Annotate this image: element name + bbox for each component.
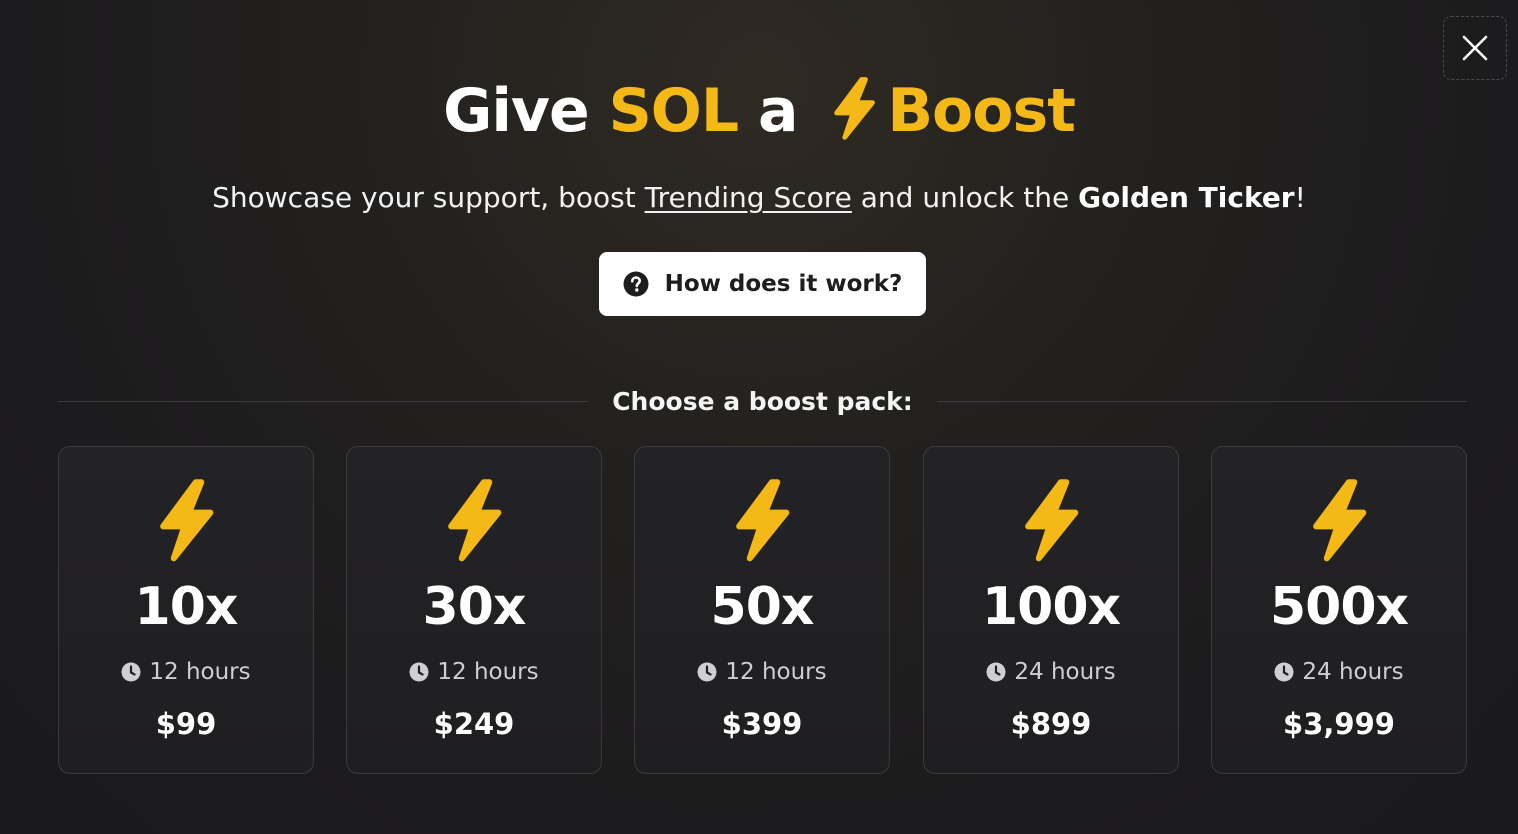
pack-multiplier: 500x [1269,577,1409,637]
clock-icon [1274,662,1294,682]
pack-multiplier: 100x [981,577,1121,637]
clock-icon [986,662,1006,682]
lightning-bolt-icon [736,479,790,562]
section-divider: Choose a boost pack: [58,380,1468,422]
how-button-label: How does it work? [664,271,903,297]
clock-icon [121,662,141,682]
boost-pack-50x[interactable]: 50x 12 hours $399 [634,446,890,774]
pack-duration: 12 hours [59,657,313,687]
lightning-bolt-icon [448,479,502,562]
pack-duration-text: 24 hours [1014,659,1116,685]
title-token: SOL [608,76,739,146]
lightning-bolt-icon [1025,479,1079,562]
pack-duration-text: 12 hours [437,659,539,685]
subtitle: Showcase your support, boost Trending Sc… [0,178,1518,218]
pack-multiplier: 50x [710,577,815,637]
pack-duration-text: 24 hours [1302,659,1404,685]
pack-price: $399 [721,707,803,741]
pack-duration: 12 hours [635,657,889,687]
pack-duration: 24 hours [1212,657,1466,687]
boost-pack-500x[interactable]: 500x 24 hours $3,999 [1211,446,1467,774]
boost-pack-100x[interactable]: 100x 24 hours $899 [923,446,1179,774]
divider-line-right [936,400,1468,402]
pack-multiplier: 30x [422,577,527,637]
clock-icon [697,662,717,682]
golden-ticker-text: Golden Ticker [1078,181,1295,214]
question-circle-icon [623,271,649,297]
boost-pack-list: 10x 12 hours $99 30x 12 hours $249 50x 1… [58,446,1467,774]
boost-pack-30x[interactable]: 30x 12 hours $249 [346,446,602,774]
trending-score-link[interactable]: Trending Score [645,181,852,214]
title-boost: Boost [887,76,1076,146]
title-give: Give [443,76,590,146]
boost-pack-10x[interactable]: 10x 12 hours $99 [58,446,314,774]
pack-multiplier: 10x [134,577,239,637]
pack-duration-text: 12 hours [725,659,827,685]
pack-duration-text: 12 hours [149,659,251,685]
pack-price: $899 [1010,707,1092,741]
how-does-it-work-button[interactable]: How does it work? [599,252,926,316]
pack-duration: 24 hours [924,657,1178,687]
pack-price: $3,999 [1283,707,1395,741]
close-button[interactable] [1443,16,1507,80]
subtitle-text-end: ! [1294,181,1306,214]
lightning-bolt-icon [160,479,214,562]
pack-duration: 12 hours [347,657,601,687]
clock-icon [409,662,429,682]
subtitle-text-middle: and unlock the [851,181,1079,214]
pack-price: $249 [433,707,515,741]
divider-line-left [58,400,589,402]
lightning-bolt-icon [1313,479,1367,562]
close-icon [1462,35,1488,61]
lightning-bolt-icon [834,77,876,141]
pack-price: $99 [155,707,217,741]
subtitle-text-start: Showcase your support, boost [212,181,645,214]
page-title: Give SOL a Boost [0,72,1518,150]
title-a: a [757,76,798,146]
section-label: Choose a boost pack: [612,386,913,416]
